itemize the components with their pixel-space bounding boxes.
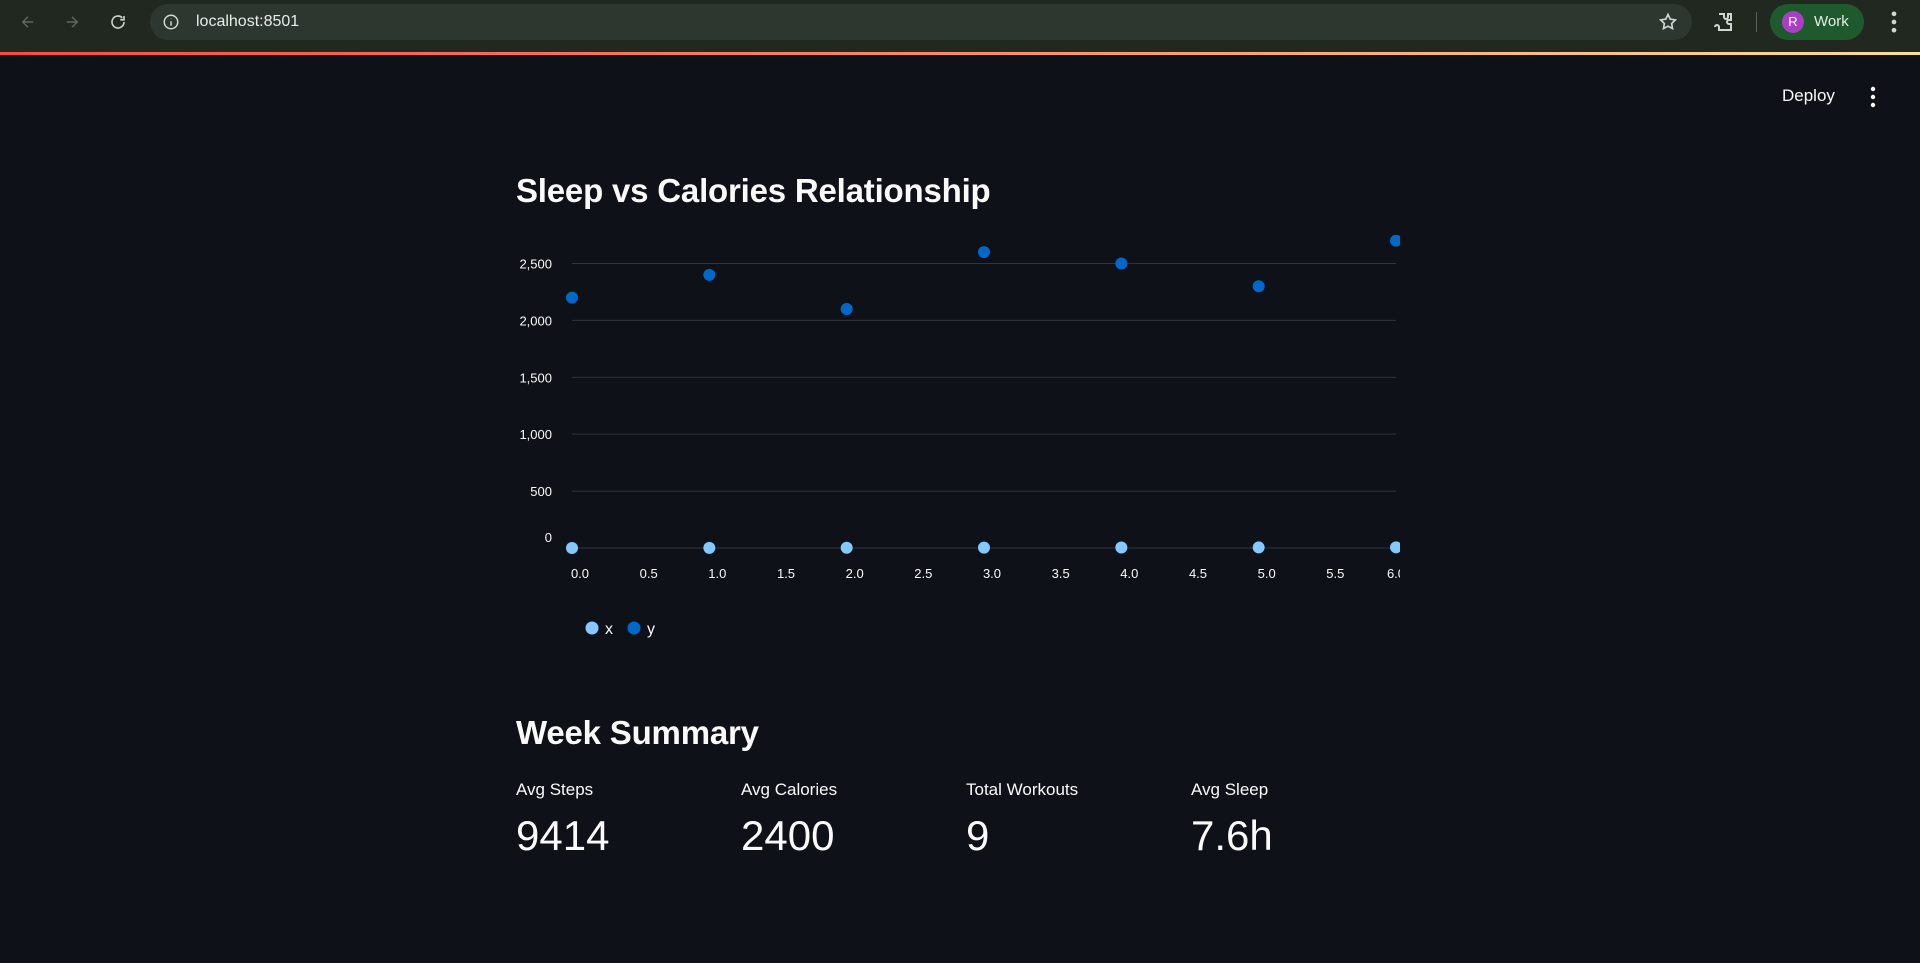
x-axis: 0.0 0.5 1.0 1.5 2.0 2.5 3.0 3.5 4.0 4.5 5.0 5.5 6.0 xyxy=(571,566,1400,581)
x-tick-label: 2.0 xyxy=(846,566,864,581)
point-series-x[interactable] xyxy=(1390,541,1400,554)
point-series-y[interactable] xyxy=(1115,257,1128,270)
y-tick-label: 1,000 xyxy=(519,427,552,442)
y-tick-label: 2,000 xyxy=(519,313,552,328)
metric-value: 2400 xyxy=(741,812,835,859)
app-decoration-bar xyxy=(0,52,1920,55)
metric-avg-sleep: Avg Sleep 7.6h xyxy=(1191,780,1401,860)
url-text[interactable]: localhost:8501 xyxy=(196,4,299,40)
chart-points xyxy=(566,235,1400,554)
y-tick-label: 0 xyxy=(545,530,552,545)
x-tick-label: 5.5 xyxy=(1326,566,1344,581)
avatar: R xyxy=(1782,11,1804,33)
reload-icon xyxy=(111,15,125,29)
legend-label: y xyxy=(647,621,655,638)
point-series-y[interactable] xyxy=(566,291,578,304)
point-series-x[interactable] xyxy=(1252,541,1265,554)
metric-total-workouts: Total Workouts 9 xyxy=(966,780,1176,860)
app-menu-icon[interactable] xyxy=(1864,84,1882,110)
y-tick-label: 500 xyxy=(530,484,552,499)
point-series-x[interactable] xyxy=(566,542,578,554)
summary-title: Week Summary xyxy=(516,714,759,751)
metric-avg-calories: Avg Calories 2400 xyxy=(741,780,951,860)
metric-value: 7.6h xyxy=(1191,812,1273,859)
x-tick-label: 0.5 xyxy=(640,566,658,581)
chart-legend: xy xyxy=(585,621,655,638)
legend-marker xyxy=(585,621,599,635)
x-tick-label: 3.0 xyxy=(983,566,1001,581)
point-series-y[interactable] xyxy=(978,246,990,259)
arrow-right-icon xyxy=(66,16,79,28)
reload-button[interactable] xyxy=(100,4,136,40)
browser-menu-icon[interactable] xyxy=(1880,8,1908,36)
y-tick-label: 2,500 xyxy=(519,256,552,271)
metric-label: Avg Steps xyxy=(516,780,594,799)
address-bar[interactable]: localhost:8501 xyxy=(150,4,1692,40)
profile-button[interactable]: R Work xyxy=(1770,4,1864,40)
x-tick-label: 4.5 xyxy=(1189,566,1207,581)
y-tick-label: 1,500 xyxy=(519,370,552,385)
browser-toolbar: localhost:8501 R Work xyxy=(0,0,1920,52)
x-tick-label: 0.0 xyxy=(571,566,589,581)
x-tick-label: 1.0 xyxy=(708,566,726,581)
point-series-x[interactable] xyxy=(1115,541,1128,554)
point-series-y[interactable] xyxy=(1390,235,1400,247)
metric-value: 9 xyxy=(966,812,990,859)
point-series-x[interactable] xyxy=(978,541,990,554)
deploy-button[interactable]: Deploy xyxy=(1782,86,1835,106)
x-tick-label: 2.5 xyxy=(914,566,932,581)
x-tick-label: 1.5 xyxy=(777,566,795,581)
point-series-y[interactable] xyxy=(840,302,853,315)
scatter-chart[interactable]: 0 500 1,000 1,500 2,000 2,500 0.0 0.5 1.0 1.5 2.0… xyxy=(500,235,1400,655)
x-tick-label: 6.0 xyxy=(1387,566,1400,581)
arrow-left-icon xyxy=(21,16,34,28)
bookmark-star-icon[interactable] xyxy=(1658,12,1678,32)
extensions-icon[interactable] xyxy=(1712,10,1736,34)
chart-title: Sleep vs Calories Relationship xyxy=(516,172,991,209)
point-series-x[interactable] xyxy=(703,541,716,554)
metric-label: Avg Sleep xyxy=(1191,780,1269,799)
y-axis: 0 500 1,000 1,500 2,000 2,500 xyxy=(519,256,552,545)
metric-label: Avg Calories xyxy=(741,780,838,799)
x-tick-label: 5.0 xyxy=(1258,566,1276,581)
point-series-x[interactable] xyxy=(840,541,853,554)
toolbar-divider xyxy=(1756,12,1757,32)
legend-label: x xyxy=(605,621,613,638)
metric-value: 9414 xyxy=(516,812,610,859)
metric-avg-steps: Avg Steps 9414 xyxy=(516,780,726,860)
x-tick-label: 4.0 xyxy=(1120,566,1138,581)
legend-marker xyxy=(627,621,641,635)
point-series-y[interactable] xyxy=(1252,280,1265,293)
forward-button[interactable] xyxy=(54,4,90,40)
profile-name: Work xyxy=(1814,13,1849,30)
site-info-icon[interactable] xyxy=(162,13,180,31)
back-button[interactable] xyxy=(10,4,46,40)
x-tick-label: 3.5 xyxy=(1052,566,1070,581)
chart-grid xyxy=(572,262,1396,549)
point-series-y[interactable] xyxy=(703,268,716,281)
metric-label: Total Workouts xyxy=(966,780,1079,799)
